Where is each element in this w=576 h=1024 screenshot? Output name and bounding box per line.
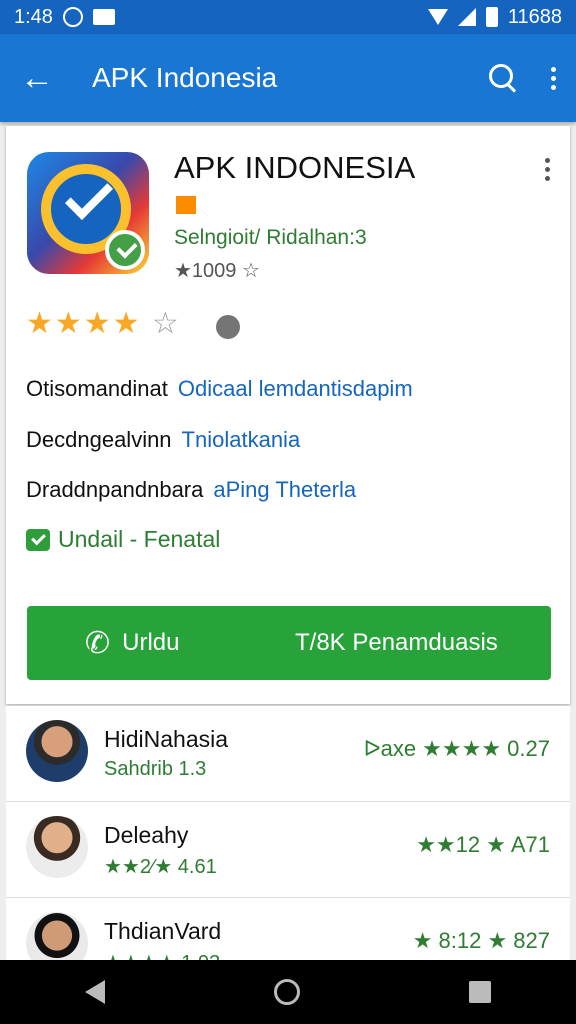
install-button-right-label: T/8K Penamduasis: [295, 629, 498, 656]
info-row: Draddnpandnbara aPing Theterla: [26, 477, 356, 503]
reviewer-name: HidiNahasia: [104, 726, 229, 752]
check-chat-icon: [26, 528, 50, 551]
download-text: Undail - Fenatal: [58, 526, 221, 552]
info-value[interactable]: aPing Theterla: [213, 477, 356, 502]
list-item[interactable]: HidiNahasia Sahdrib 1.3 ᐅaxe ★★★★ 0.27: [6, 706, 570, 802]
status-bar: 1:48 11688: [0, 0, 576, 34]
review-rating: ᐅaxe ★★★★ 0.27: [363, 736, 550, 761]
info-label: Decdngealvinn: [26, 427, 172, 452]
tag-icon: [176, 196, 196, 214]
battery-icon: [485, 7, 498, 27]
page-title: APK Indonesia: [92, 62, 278, 93]
app-detail-card: APK INDONESIA Selngioit/ Ridalhan:3 ★100…: [6, 126, 570, 704]
search-icon[interactable]: [489, 64, 517, 92]
info-label: Draddnpandnbara: [26, 477, 204, 502]
arrow-back-icon[interactable]: ←: [20, 59, 60, 98]
review-list: HidiNahasia Sahdrib 1.3 ᐅaxe ★★★★ 0.27 D…: [6, 706, 570, 960]
reviewer-sub: ★★2⁄★ 4.61: [104, 856, 217, 878]
avatar: [26, 912, 88, 960]
reviewer-name: ThdianVard: [104, 918, 222, 944]
publisher-link[interactable]: Selngioit/ Ridalhan:3: [174, 226, 367, 250]
avatar: [26, 816, 88, 878]
install-button[interactable]: ✆ Urldu T/8K Penamduasis: [27, 606, 551, 680]
info-label: Otisomandinat: [26, 376, 168, 401]
download-status: Undail - Fenatal: [26, 526, 220, 553]
wifi-icon: [427, 9, 448, 25]
rating-count: ★1009 ☆: [174, 260, 260, 282]
info-icon[interactable]: [216, 315, 240, 339]
verified-badge-icon: [105, 230, 145, 270]
status-right-text: 11688: [507, 5, 562, 28]
info-row: Decdngealvinn Tniolatkania: [26, 427, 300, 453]
info-value[interactable]: Odicaal lemdantisdapim: [178, 376, 413, 401]
info-row: Otisomandinat Odicaal lemdantisdapim: [26, 376, 413, 402]
system-nav-bar: [0, 960, 576, 1024]
list-item[interactable]: Deleahy ★★2⁄★ 4.61 ★★12 ★ A71: [6, 802, 570, 898]
install-button-left-label: Urldu: [122, 629, 180, 656]
app-bar: ← APK Indonesia: [0, 34, 576, 122]
nav-home-icon[interactable]: [273, 979, 300, 1005]
app-name: APK INDONESIA: [174, 150, 416, 185]
mail-icon: [92, 9, 115, 25]
review-rating: ★ 8:12 ★ 827: [412, 928, 550, 953]
more-vert-icon[interactable]: [551, 66, 556, 90]
reviewer-name: Deleahy: [104, 822, 189, 848]
nav-back-icon[interactable]: [84, 980, 105, 1004]
info-value[interactable]: Tniolatkania: [182, 427, 301, 452]
sync-icon: [62, 7, 83, 27]
review-rating: ★★12 ★ A71: [416, 832, 550, 857]
nav-recents-icon[interactable]: [469, 981, 492, 1003]
list-item[interactable]: ThdianVard ★★★★ 1.93 ★ 8:12 ★ 827: [6, 898, 570, 960]
card-more-icon[interactable]: [545, 158, 550, 181]
signal-icon: [457, 8, 476, 26]
reviewer-sub: Sahdrib 1.3: [104, 758, 207, 780]
reviewer-sub: ★★★★ 1.93: [104, 950, 220, 960]
status-time: 1:48: [14, 5, 53, 28]
star-rating[interactable]: ★★★★ ☆: [26, 306, 181, 341]
app-logo: [27, 152, 149, 274]
avatar: [26, 720, 88, 782]
phone-icon: ✆: [85, 626, 111, 660]
